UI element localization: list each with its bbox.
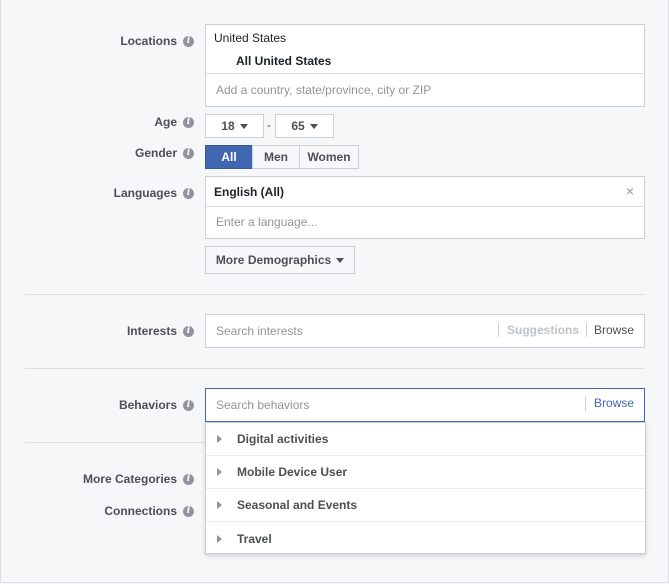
info-icon[interactable]: i <box>183 325 194 337</box>
caret-right-icon <box>217 435 222 443</box>
chevron-down-icon <box>239 123 248 129</box>
caret-right-icon <box>217 468 222 476</box>
section-divider <box>25 368 645 369</box>
info-icon[interactable]: i <box>183 505 194 517</box>
age-separator: - <box>267 118 271 132</box>
connections-label: Connections i <box>104 504 194 518</box>
behavior-category-item[interactable]: Seasonal and Events <box>206 489 645 522</box>
chevron-down-icon <box>309 123 318 129</box>
info-icon[interactable]: i <box>183 147 194 159</box>
behaviors-label: Behaviors i <box>119 398 194 412</box>
chevron-down-icon <box>336 257 345 263</box>
section-divider <box>25 294 645 295</box>
age-label: Age i <box>154 115 194 129</box>
behavior-category-item[interactable]: Mobile Device User <box>206 456 645 489</box>
locations-divider <box>206 73 644 74</box>
gender-segmented-control: All Men Women <box>205 145 359 169</box>
age-min-select[interactable]: 18 <box>205 114 264 138</box>
info-icon[interactable]: i <box>183 399 194 411</box>
interests-divider <box>498 323 499 337</box>
languages-box: English (All) × Enter a language... <box>205 176 645 239</box>
behaviors-input[interactable]: Search behaviors <box>216 398 309 412</box>
behaviors-divider <box>585 397 586 411</box>
behaviors-box: Search behaviors Browse <box>205 388 645 422</box>
more-demographics-button[interactable]: More Demographics <box>205 246 355 274</box>
interests-browse-link[interactable]: Browse <box>594 323 634 337</box>
info-icon[interactable]: i <box>183 473 194 485</box>
more-categories-label: More Categories i <box>83 472 194 486</box>
caret-right-icon <box>217 534 222 543</box>
info-icon[interactable]: i <box>183 116 194 128</box>
info-icon[interactable]: i <box>183 187 194 199</box>
gender-label: Gender i <box>135 146 194 160</box>
section-divider <box>25 442 205 443</box>
interests-label: Interests i <box>127 324 194 338</box>
behaviors-browse-link[interactable]: Browse <box>594 396 634 410</box>
locations-label: Locations i <box>120 34 194 48</box>
interests-box: Search interests Suggestions Browse <box>205 314 645 348</box>
close-icon[interactable]: × <box>626 183 634 199</box>
info-icon[interactable]: i <box>183 35 194 47</box>
behavior-category-item[interactable]: Travel <box>206 522 645 555</box>
behavior-category-item[interactable]: Digital activities <box>206 423 645 456</box>
locations-input[interactable]: Add a country, state/province, city or Z… <box>216 83 431 97</box>
locations-box: United States All United States Add a co… <box>205 24 645 107</box>
location-selected: All United States <box>236 54 332 68</box>
gender-women-button[interactable]: Women <box>299 145 359 169</box>
interests-input[interactable]: Search interests <box>216 324 303 338</box>
languages-divider <box>206 206 644 207</box>
behaviors-dropdown: Digital activities Mobile Device User Se… <box>205 422 646 554</box>
location-country: United States <box>214 31 287 45</box>
languages-input[interactable]: Enter a language... <box>216 215 317 229</box>
caret-right-icon <box>217 501 222 509</box>
gender-men-button[interactable]: Men <box>252 145 300 169</box>
suggestions-link[interactable]: Suggestions <box>507 323 579 337</box>
age-max-select[interactable]: 65 <box>275 114 334 138</box>
targeting-panel: Locations i United States All United Sta… <box>0 0 669 583</box>
languages-label: Languages i <box>114 186 194 200</box>
language-selected: English (All) <box>214 185 284 199</box>
interests-divider <box>586 323 587 337</box>
gender-all-button[interactable]: All <box>205 145 253 169</box>
